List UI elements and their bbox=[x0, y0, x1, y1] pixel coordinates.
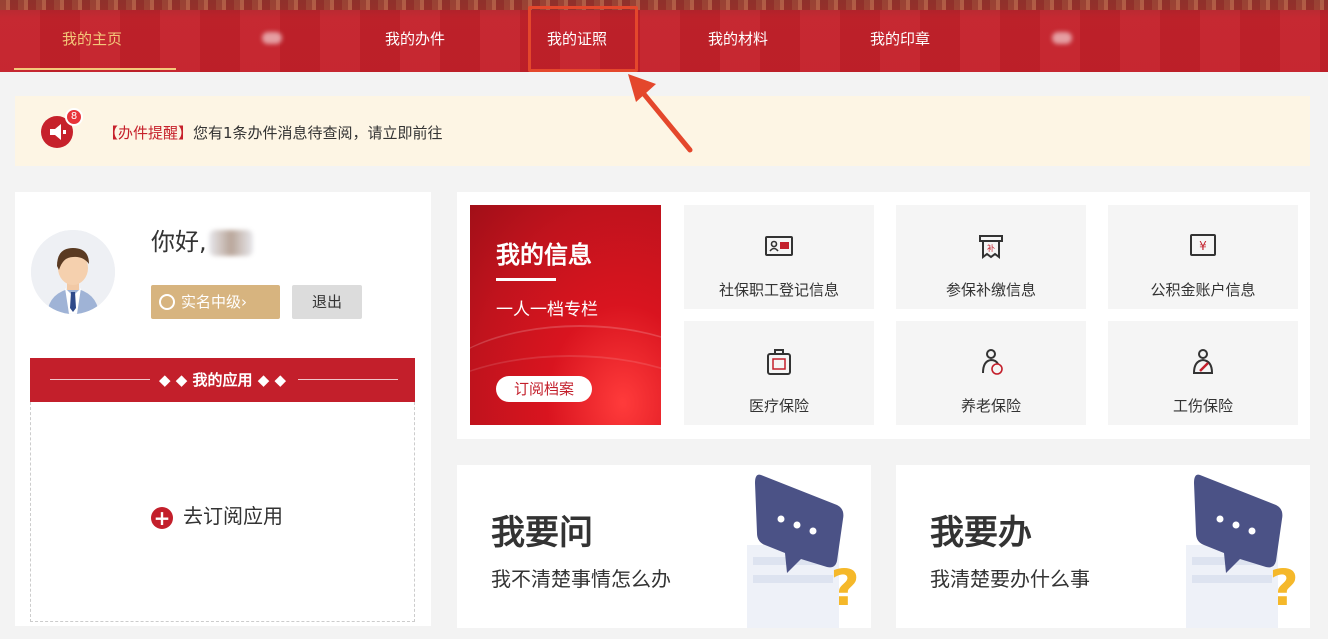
tile-label: 社保职工登记信息 bbox=[718, 281, 839, 299]
verify-arrow: › bbox=[241, 293, 248, 311]
nav-item-blurred[interactable] bbox=[262, 32, 282, 44]
greeting-text: 你好, bbox=[151, 228, 207, 256]
greeting: 你好, bbox=[151, 222, 253, 257]
my-info-hero: 我的信息 一人一档专栏 订阅档案 bbox=[470, 205, 661, 425]
nav-item-my-materials[interactable]: 我的材料 bbox=[708, 28, 768, 50]
subscribe-archive-button[interactable]: 订阅档案 bbox=[496, 376, 592, 402]
my-apps-body: + 去订阅应用 bbox=[30, 402, 415, 622]
receipt-icon: 补 bbox=[979, 235, 1003, 259]
real-name-verify-button[interactable]: 实名中级› bbox=[151, 285, 280, 319]
edit-icon bbox=[159, 294, 175, 310]
highlight-box bbox=[528, 6, 638, 72]
svg-text:¥: ¥ bbox=[1199, 239, 1207, 253]
logout-button[interactable]: 退出 bbox=[292, 285, 362, 319]
medical-case-icon bbox=[767, 349, 791, 375]
nav-item-home[interactable]: 我的主页 bbox=[62, 28, 122, 50]
subscribe-apps-label: 去订阅应用 bbox=[183, 504, 283, 528]
verify-label: 实名中级 bbox=[181, 293, 242, 311]
nav-item-my-cases[interactable]: 我的办件 bbox=[385, 28, 445, 50]
chat-question-icon: ? bbox=[747, 474, 860, 628]
title-underline bbox=[496, 278, 556, 281]
tile-housing-fund-account[interactable]: ¥ 公积金账户信息 bbox=[1108, 205, 1298, 309]
reminder-tag: 【办件提醒】 bbox=[103, 124, 194, 142]
profile-card: 你好, 实名中级› 退出 ◆ ◆ 我的应用 ◆ ◆ + 去订阅应用 bbox=[15, 192, 431, 626]
tile-insurance-back-payment[interactable]: 补 参保补缴信息 bbox=[896, 205, 1086, 309]
reminder-text[interactable]: 【办件提醒】您有1条办件消息待查阅，请立即前往 bbox=[103, 122, 443, 143]
handle-card-subtitle: 我清楚要办什么事 bbox=[930, 567, 1090, 591]
chat-question-icon-2: ? bbox=[1186, 474, 1299, 628]
injury-person-icon bbox=[1192, 349, 1214, 374]
tile-label: 医疗保险 bbox=[748, 397, 809, 415]
tile-pension-insurance[interactable]: 养老保险 bbox=[896, 321, 1086, 425]
reminder-message: 您有1条办件消息待查阅，请立即前往 bbox=[193, 124, 443, 142]
divider-right bbox=[298, 379, 398, 380]
elder-person-icon bbox=[982, 349, 1003, 375]
tile-label: 工伤保险 bbox=[1172, 397, 1233, 415]
diamond-icon: ◆ ◆ bbox=[158, 371, 188, 389]
divider bbox=[50, 379, 150, 380]
pointer-arrow-icon bbox=[628, 74, 693, 153]
plus-circle-icon: + bbox=[151, 507, 173, 529]
nav-item-my-seals[interactable]: 我的印章 bbox=[870, 28, 930, 50]
handle-card-title: 我要办 bbox=[930, 513, 1032, 553]
tile-label: 养老保险 bbox=[960, 397, 1021, 415]
ask-card-title: 我要问 bbox=[491, 513, 593, 553]
svg-text:补: 补 bbox=[987, 243, 995, 253]
diamond-icon-right: ◆ ◆ bbox=[257, 371, 287, 389]
handle-card[interactable]: 我要办 我清楚要办什么事 ? bbox=[896, 465, 1310, 628]
my-apps-header: ◆ ◆ 我的应用 ◆ ◆ bbox=[30, 358, 415, 402]
ask-card[interactable]: 我要问 我不清楚事情怎么办 ? bbox=[457, 465, 871, 628]
ask-card-subtitle: 我不清楚事情怎么办 bbox=[491, 567, 671, 591]
my-info-panel: 我的信息 一人一档专栏 订阅档案 社保职工登记信息 补 参保补缴信息 ¥ 公积金… bbox=[457, 192, 1310, 439]
notification-badge: 8 bbox=[65, 108, 83, 126]
tile-label: 参保补缴信息 bbox=[945, 281, 1036, 299]
subscribe-apps-link[interactable]: + 去订阅应用 bbox=[151, 500, 283, 529]
nav-item-blurred-2[interactable] bbox=[1052, 32, 1072, 44]
svg-text:?: ? bbox=[830, 559, 859, 617]
tile-work-injury-insurance[interactable]: 工伤保险 bbox=[1108, 321, 1298, 425]
tile-social-security-registration[interactable]: 社保职工登记信息 bbox=[684, 205, 874, 309]
tile-medical-insurance[interactable]: 医疗保险 bbox=[684, 321, 874, 425]
my-info-title: 我的信息 bbox=[496, 241, 592, 269]
yuan-card-icon: ¥ bbox=[1190, 234, 1216, 256]
username-redacted bbox=[208, 230, 253, 256]
avatar bbox=[31, 230, 115, 314]
tile-label: 公积金账户信息 bbox=[1150, 281, 1256, 299]
id-card-icon bbox=[765, 236, 793, 256]
my-apps-title: 我的应用 bbox=[192, 371, 253, 389]
my-info-subtitle: 一人一档专栏 bbox=[496, 300, 598, 320]
svg-text:?: ? bbox=[1269, 559, 1298, 617]
top-nav: 我的主页 我的办件 我的证照 我的材料 我的印章 bbox=[0, 0, 1328, 72]
nav-active-underline bbox=[14, 68, 176, 70]
